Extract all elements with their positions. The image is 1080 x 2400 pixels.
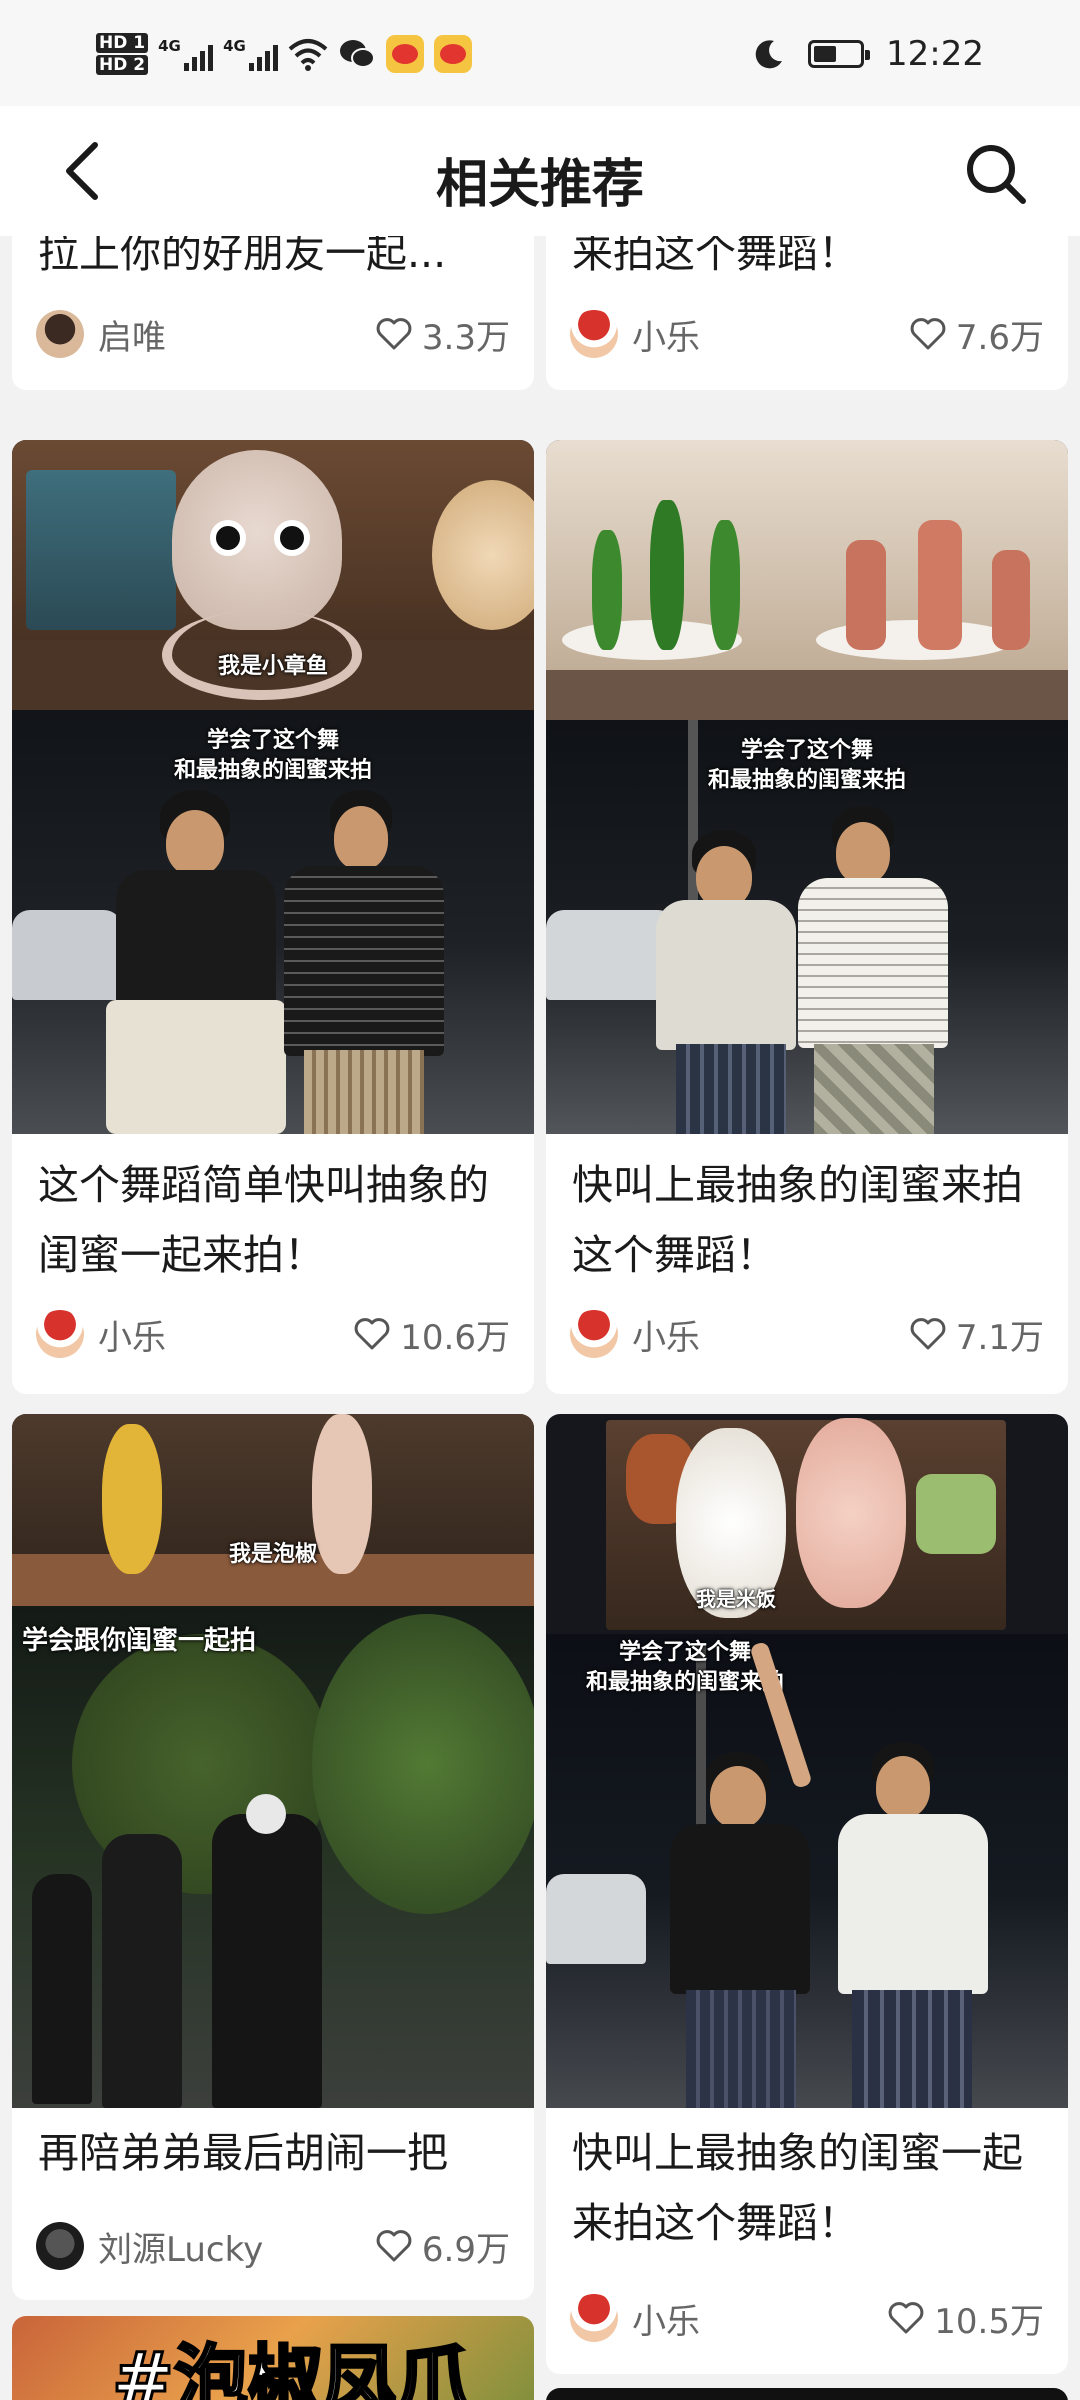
- overlay-caption-line: 学会了这个舞: [619, 1640, 752, 1665]
- clock: 12:22: [886, 34, 984, 74]
- status-bar: HD 1 HD 2 4G 4G 12:22: [0, 0, 1080, 106]
- card-meta: 小乐 7.6万: [570, 306, 1044, 362]
- video-card[interactable]: 我是米饭 学会了这个舞 和最抽象的闺蜜来拍 快叫上最抽象的闺蜜一起来拍这个舞蹈！ …: [546, 1414, 1068, 2374]
- video-card[interactable]: [546, 2388, 1068, 2400]
- card-title: 来拍这个舞蹈！: [572, 236, 859, 277]
- author-name[interactable]: 小乐: [632, 1310, 908, 1359]
- signal-1-icon: 4G: [158, 37, 214, 71]
- do-not-disturb-moon-icon: [755, 40, 783, 69]
- like-button[interactable]: 10.5万: [886, 2294, 1044, 2343]
- network-2-label: 4G: [223, 37, 246, 55]
- search-icon: [967, 145, 1026, 204]
- video-thumbnail[interactable]: 我是小章鱼 学会了这个舞和最抽象的闺蜜来拍: [12, 440, 534, 1134]
- page-title: 相关推荐: [435, 155, 644, 215]
- avatar[interactable]: [570, 310, 618, 358]
- video-thumbnail[interactable]: 学会了这个舞和最抽象的闺蜜来拍: [546, 440, 1068, 1134]
- card-title: 拉上你的好朋友一起...: [38, 236, 447, 277]
- overlay-caption: 我是泡椒: [228, 1542, 317, 1567]
- like-count: 7.1万: [955, 1317, 1044, 1358]
- avatar[interactable]: [36, 310, 84, 358]
- card-meta: 小乐 10.5万: [570, 2290, 1044, 2346]
- like-count: 10.5万: [934, 2301, 1044, 2342]
- weibo-notification-icon: [386, 35, 425, 73]
- overlay-caption-line: 学会了这个舞: [206, 728, 339, 753]
- heart-icon: [376, 318, 412, 350]
- card-meta: 小乐 7.1万: [570, 1306, 1044, 1362]
- author-name[interactable]: 小乐: [632, 310, 908, 359]
- heart-icon: [888, 2302, 924, 2334]
- overlay-caption-line: 和最抽象的闺蜜来拍: [173, 758, 372, 783]
- sim1-label: HD 1: [96, 33, 149, 53]
- video-thumbnail[interactable]: #泡椒凤爪: [12, 2316, 534, 2400]
- card-meta: 启唯 3.3万: [36, 306, 510, 362]
- overlay-caption: 学会了这个舞和最抽象的闺蜜来拍: [12, 726, 534, 786]
- sim2-label: HD 2: [96, 55, 149, 75]
- status-bar-left: HD 1 HD 2 4G 4G: [96, 24, 473, 84]
- avatar[interactable]: [570, 2294, 618, 2342]
- card-meta: 刘源Lucky 6.9万: [36, 2218, 510, 2274]
- like-count: 10.6万: [400, 1317, 510, 1358]
- card-meta: 小乐 10.6万: [36, 1306, 510, 1362]
- overlay-caption-line: 和最抽象的闺蜜来拍: [586, 1670, 785, 1695]
- video-card[interactable]: #泡椒凤爪: [12, 2316, 534, 2400]
- like-button[interactable]: 6.9万: [374, 2222, 510, 2271]
- card-title: 再陪弟弟最后胡闹一把: [38, 2129, 448, 2177]
- avatar[interactable]: [36, 2222, 84, 2270]
- like-count: 7.6万: [955, 317, 1044, 358]
- video-card[interactable]: 拉上你的好朋友一起... 启唯 3.3万: [12, 236, 534, 390]
- video-card[interactable]: 我是小章鱼 学会了这个舞和最抽象的闺蜜来拍 这个舞蹈简单快叫抽象的闺蜜一起来拍！…: [12, 440, 534, 1394]
- card-title: 快叫上最抽象的闺蜜一起来拍这个舞蹈！: [572, 2129, 1023, 2247]
- video-thumbnail[interactable]: 我是米饭 学会了这个舞和最抽象的闺蜜来拍: [546, 1414, 1068, 2108]
- overlay-caption-line: 学会了这个舞: [740, 738, 873, 763]
- sim-indicators: HD 1 HD 2: [96, 33, 149, 75]
- avatar[interactable]: [570, 1310, 618, 1358]
- like-count: 6.9万: [421, 2229, 510, 2270]
- author-name[interactable]: 小乐: [98, 1310, 352, 1359]
- video-card[interactable]: 我是泡椒 学会跟你闺蜜一起拍 再陪弟弟最后胡闹一把 刘源Lucky 6.9万: [12, 1414, 534, 2300]
- heart-icon: [910, 318, 946, 350]
- battery-icon: [808, 40, 871, 68]
- author-name[interactable]: 刘源Lucky: [98, 2222, 374, 2271]
- like-count: 3.3万: [421, 317, 510, 358]
- video-card[interactable]: 学会了这个舞和最抽象的闺蜜来拍 快叫上最抽象的闺蜜来拍这个舞蹈！ 小乐 7.1万: [546, 440, 1068, 1394]
- overlay-caption: 学会跟你闺蜜一起拍: [22, 1626, 257, 1656]
- overlay-caption-line: 和最抽象的闺蜜来拍: [707, 768, 906, 793]
- overlay-caption: 我是米饭: [696, 1587, 776, 1611]
- status-bar-right: 12:22: [752, 28, 984, 80]
- card-title: 这个舞蹈简单快叫抽象的闺蜜一起来拍！: [38, 1161, 489, 1279]
- video-thumbnail[interactable]: 我是泡椒 学会跟你闺蜜一起拍: [12, 1414, 534, 2108]
- overlay-caption: 我是小章鱼: [217, 654, 328, 679]
- heart-icon: [376, 2230, 412, 2262]
- card-title: 快叫上最抽象的闺蜜来拍这个舞蹈！: [572, 1161, 1023, 1279]
- search-button[interactable]: [958, 136, 1034, 212]
- heart-icon: [354, 1318, 390, 1350]
- top-nav-bar: 相关推荐: [0, 106, 1080, 236]
- overlay-caption: 学会了这个舞和最抽象的闺蜜来拍: [546, 736, 1068, 796]
- network-1-label: 4G: [158, 37, 181, 55]
- signal-2-icon: 4G: [223, 37, 279, 71]
- like-button[interactable]: 7.6万: [908, 310, 1044, 359]
- heart-icon: [910, 1318, 946, 1350]
- like-button[interactable]: 3.3万: [374, 310, 510, 359]
- like-button[interactable]: 10.6万: [352, 1310, 510, 1359]
- video-card[interactable]: 来拍这个舞蹈！ 小乐 7.6万: [546, 236, 1068, 390]
- like-button[interactable]: 7.1万: [908, 1310, 1044, 1359]
- author-name[interactable]: 小乐: [632, 2294, 886, 2343]
- wechat-icon: [340, 40, 376, 68]
- recommendation-feed[interactable]: 拉上你的好朋友一起... 启唯 3.3万 来拍这个舞蹈！ 小乐 7.6万 我是小…: [0, 236, 1080, 2400]
- avatar[interactable]: [36, 1310, 84, 1358]
- thumbnail-overlay-text: #泡椒凤爪: [110, 2336, 471, 2400]
- weibo-notification-icon-2: [434, 35, 473, 73]
- wifi-icon: [288, 39, 328, 71]
- author-name[interactable]: 启唯: [98, 310, 374, 359]
